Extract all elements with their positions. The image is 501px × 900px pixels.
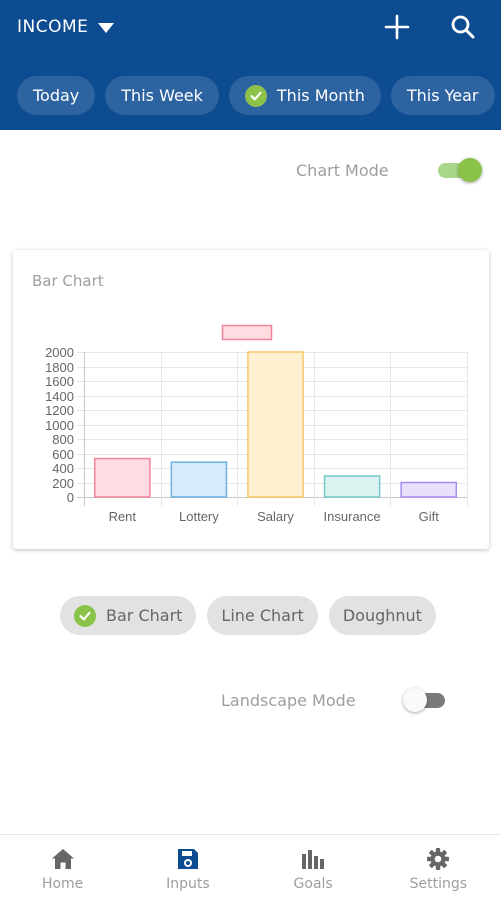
y-tick-label: 1600 [45, 374, 74, 389]
period-filter: Today This Week This Month This Year [17, 76, 495, 115]
y-tick-label: 600 [52, 447, 74, 462]
nav-goals[interactable]: Goals [251, 835, 376, 900]
nav-label: Goals [293, 876, 333, 892]
period-label: Today [33, 86, 80, 105]
x-tick-label: Lottery [179, 509, 219, 524]
nav-label: Home [41, 876, 84, 892]
y-tick-label: 400 [52, 461, 74, 476]
chart-type-selector: Bar Chart Line Chart Doughnut [60, 596, 436, 635]
switch-knob [457, 158, 482, 182]
landscape-mode-switch[interactable] [402, 688, 447, 712]
period-label: This Month [276, 86, 365, 105]
y-tick-label: 1400 [45, 389, 74, 404]
bar [323, 475, 381, 498]
y-tick-label: 2000 [45, 345, 74, 360]
nav-inputs[interactable]: Inputs [125, 835, 250, 900]
y-tick-label: 200 [52, 476, 74, 491]
home-icon [49, 845, 77, 873]
income-dropdown[interactable]: INCOME [17, 17, 115, 37]
chart-mode-row: Chart Mode [296, 158, 482, 182]
chart-type-label: Doughnut [342, 606, 422, 625]
y-tick-label: 1000 [45, 418, 74, 433]
period-this-week[interactable]: This Week [105, 76, 219, 115]
x-tick-label: Salary [257, 509, 294, 524]
bar [400, 481, 458, 498]
bar [170, 461, 228, 498]
x-tick-label: Gift [419, 509, 440, 524]
search-button[interactable] [448, 12, 478, 42]
nav-label: Inputs [166, 876, 210, 892]
nav-home[interactable]: Home [0, 835, 125, 900]
x-tick-label: Insurance [324, 509, 381, 524]
gear-icon [424, 845, 452, 873]
app-header: INCOME Today This Week This Month This Y… [0, 0, 501, 130]
caret-down-icon [98, 23, 115, 33]
check-icon [244, 84, 267, 107]
page-title: INCOME [17, 17, 89, 37]
bar-chart: 0200400600800100012001400160018002000 Ren… [45, 324, 468, 524]
period-this-month[interactable]: This Month [228, 76, 381, 115]
chart-type-bar[interactable]: Bar Chart [60, 596, 197, 635]
y-tick-label: 800 [52, 432, 74, 447]
nav-settings[interactable]: Settings [376, 835, 501, 900]
chart-type-line[interactable]: Line Chart [207, 596, 318, 635]
check-icon [74, 604, 96, 627]
legend-swatch [221, 324, 273, 341]
plus-icon [384, 14, 410, 40]
period-label: This Year [406, 86, 479, 105]
period-today[interactable]: Today [17, 76, 96, 115]
add-button[interactable] [382, 12, 412, 42]
period-this-year[interactable]: This Year [390, 76, 495, 115]
y-tick-label: 0 [67, 490, 74, 505]
chart-type-label: Bar Chart [106, 606, 183, 625]
nav-label: Settings [409, 876, 468, 892]
save-icon [174, 845, 202, 873]
bar [247, 351, 304, 498]
y-tick-label: 1800 [45, 360, 74, 375]
chart-mode-label: Chart Mode [296, 160, 389, 180]
landscape-mode-row: Landscape Mode [221, 688, 447, 712]
bar [93, 457, 151, 498]
landscape-mode-label: Landscape Mode [221, 690, 356, 710]
chart-mode-switch[interactable] [436, 158, 482, 182]
search-icon [451, 15, 475, 39]
x-tick-label: Rent [109, 509, 137, 524]
chart-type-label: Line Chart [221, 606, 304, 625]
period-label: This Week [121, 86, 203, 105]
switch-knob [402, 688, 427, 712]
bar-chart-icon [299, 845, 327, 873]
bottom-nav: Home Inputs Goals Settings [0, 834, 501, 900]
chart-card: Bar Chart 0 200 400 600 800 1000 1200 1400 1600 1… [13, 250, 489, 549]
chart-type-doughnut[interactable]: Doughnut [328, 596, 436, 635]
y-tick-label: 1200 [45, 403, 74, 418]
